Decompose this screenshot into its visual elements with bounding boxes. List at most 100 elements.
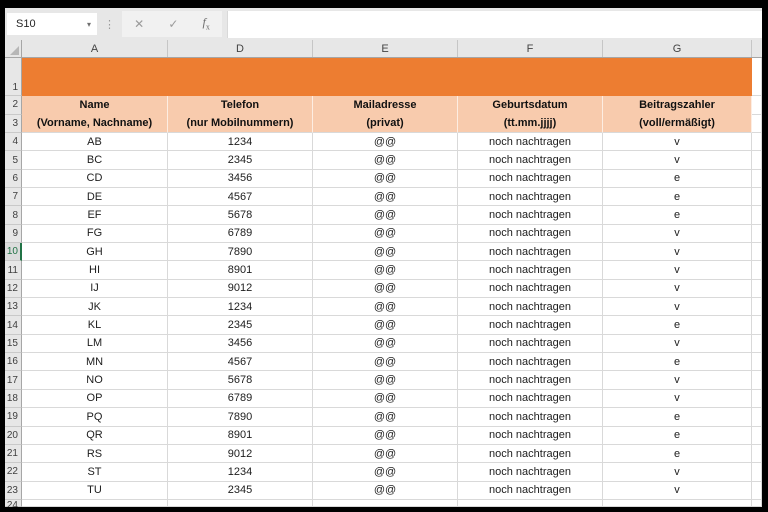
data-cell-E13[interactable]: @@ — [313, 298, 458, 317]
data-cell-A7[interactable]: DE — [22, 188, 168, 207]
data-cell-E8[interactable]: @@ — [313, 206, 458, 225]
data-cell-empty-D24[interactable] — [168, 499, 313, 507]
cell-partial-column[interactable] — [752, 426, 762, 445]
data-cell-F21[interactable]: noch nachtragen — [458, 444, 603, 464]
data-cell-G16[interactable]: e — [603, 353, 752, 372]
data-cell-D21[interactable]: 9012 — [168, 444, 313, 464]
data-cell-G19[interactable]: e — [603, 408, 752, 427]
data-cell-E16[interactable]: @@ — [313, 353, 458, 372]
data-cell-A20[interactable]: QR — [22, 426, 168, 445]
data-cell-D13[interactable]: 1234 — [168, 298, 313, 317]
data-cell-F13[interactable]: noch nachtragen — [458, 298, 603, 317]
row-header-23[interactable]: 23 — [5, 481, 22, 500]
data-cell-E18[interactable]: @@ — [313, 389, 458, 409]
title-band-cell[interactable] — [22, 58, 752, 96]
data-cell-E12[interactable]: @@ — [313, 279, 458, 299]
data-cell-F10[interactable]: noch nachtragen — [458, 243, 603, 262]
table-header-F-line2[interactable]: (tt.mm.jjjj) — [458, 114, 603, 133]
data-cell-E14[interactable]: @@ — [313, 316, 458, 335]
cell-partial-column[interactable] — [752, 499, 762, 507]
row-header-5[interactable]: 5 — [5, 151, 22, 170]
row-header-11[interactable]: 11 — [5, 261, 22, 280]
row-header-13[interactable]: 13 — [5, 298, 22, 317]
data-cell-A18[interactable]: OP — [22, 389, 168, 409]
cell-partial-column[interactable] — [752, 261, 762, 280]
data-cell-F12[interactable]: noch nachtragen — [458, 279, 603, 299]
select-all-corner[interactable] — [5, 40, 22, 57]
data-cell-A16[interactable]: MN — [22, 353, 168, 372]
data-cell-E6[interactable]: @@ — [313, 169, 458, 189]
cell-partial-column[interactable] — [752, 353, 762, 372]
data-cell-E11[interactable]: @@ — [313, 261, 458, 280]
formula-bar-input[interactable] — [227, 11, 762, 38]
data-cell-F4[interactable]: noch nachtragen — [458, 133, 603, 152]
data-cell-A6[interactable]: CD — [22, 169, 168, 189]
data-cell-A19[interactable]: PQ — [22, 408, 168, 427]
cell-partial-column[interactable] — [752, 58, 762, 96]
data-cell-D4[interactable]: 1234 — [168, 133, 313, 152]
row-header-22[interactable]: 22 — [5, 463, 22, 482]
column-header-E[interactable]: E — [313, 40, 458, 57]
data-cell-A8[interactable]: EF — [22, 206, 168, 225]
row-header-9[interactable]: 9 — [5, 224, 22, 244]
cell-partial-column[interactable] — [752, 188, 762, 207]
row-header-10[interactable]: 10 — [5, 243, 22, 262]
data-cell-F14[interactable]: noch nachtragen — [458, 316, 603, 335]
data-cell-F11[interactable]: noch nachtragen — [458, 261, 603, 280]
data-cell-F23[interactable]: noch nachtragen — [458, 481, 603, 500]
data-cell-G9[interactable]: v — [603, 224, 752, 244]
cell-partial-column[interactable] — [752, 224, 762, 244]
data-cell-G7[interactable]: e — [603, 188, 752, 207]
data-cell-D11[interactable]: 8901 — [168, 261, 313, 280]
data-cell-D19[interactable]: 7890 — [168, 408, 313, 427]
cell-partial-column[interactable] — [752, 444, 762, 464]
data-cell-A14[interactable]: KL — [22, 316, 168, 335]
data-cell-G10[interactable]: v — [603, 243, 752, 262]
data-cell-G23[interactable]: v — [603, 481, 752, 500]
data-cell-D14[interactable]: 2345 — [168, 316, 313, 335]
data-cell-G20[interactable]: e — [603, 426, 752, 445]
cell-partial-column[interactable] — [752, 114, 762, 133]
data-cell-A15[interactable]: LM — [22, 334, 168, 354]
data-cell-D15[interactable]: 3456 — [168, 334, 313, 354]
row-header-19[interactable]: 19 — [5, 408, 22, 427]
data-cell-E15[interactable]: @@ — [313, 334, 458, 354]
data-cell-G4[interactable]: v — [603, 133, 752, 152]
data-cell-F17[interactable]: noch nachtragen — [458, 371, 603, 390]
cell-partial-column[interactable] — [752, 279, 762, 299]
cell-partial-column[interactable] — [752, 463, 762, 482]
data-cell-F22[interactable]: noch nachtragen — [458, 463, 603, 482]
insert-function-icon[interactable]: fx — [203, 16, 210, 31]
data-cell-F8[interactable]: noch nachtragen — [458, 206, 603, 225]
table-header-E-line2[interactable]: (privat) — [313, 114, 458, 133]
cell-partial-column[interactable] — [752, 243, 762, 262]
data-cell-A9[interactable]: FG — [22, 224, 168, 244]
data-cell-E4[interactable]: @@ — [313, 133, 458, 152]
data-cell-A13[interactable]: JK — [22, 298, 168, 317]
data-cell-D16[interactable]: 4567 — [168, 353, 313, 372]
column-header-D[interactable]: D — [168, 40, 313, 57]
data-cell-A21[interactable]: RS — [22, 444, 168, 464]
row-header-14[interactable]: 14 — [5, 316, 22, 335]
data-cell-E7[interactable]: @@ — [313, 188, 458, 207]
data-cell-G14[interactable]: e — [603, 316, 752, 335]
table-header-A-line2[interactable]: (Vorname, Nachname) — [22, 114, 168, 133]
data-cell-E10[interactable]: @@ — [313, 243, 458, 262]
name-box[interactable]: S10 ▾ — [7, 13, 97, 35]
data-cell-G15[interactable]: v — [603, 334, 752, 354]
row-header-16[interactable]: 16 — [5, 353, 22, 372]
table-header-E-line1[interactable]: Mailadresse — [313, 96, 458, 115]
data-cell-F19[interactable]: noch nachtragen — [458, 408, 603, 427]
data-cell-E5[interactable]: @@ — [313, 151, 458, 170]
cell-partial-column[interactable] — [752, 169, 762, 189]
row-header-4[interactable]: 4 — [5, 133, 22, 152]
data-cell-G12[interactable]: v — [603, 279, 752, 299]
row-header-24[interactable]: 24 — [5, 499, 22, 507]
table-header-D-line2[interactable]: (nur Mobilnummern) — [168, 114, 313, 133]
data-cell-D10[interactable]: 7890 — [168, 243, 313, 262]
column-header-A[interactable]: A — [22, 40, 168, 57]
data-cell-E23[interactable]: @@ — [313, 481, 458, 500]
data-cell-G17[interactable]: v — [603, 371, 752, 390]
data-cell-G13[interactable]: v — [603, 298, 752, 317]
data-cell-E20[interactable]: @@ — [313, 426, 458, 445]
